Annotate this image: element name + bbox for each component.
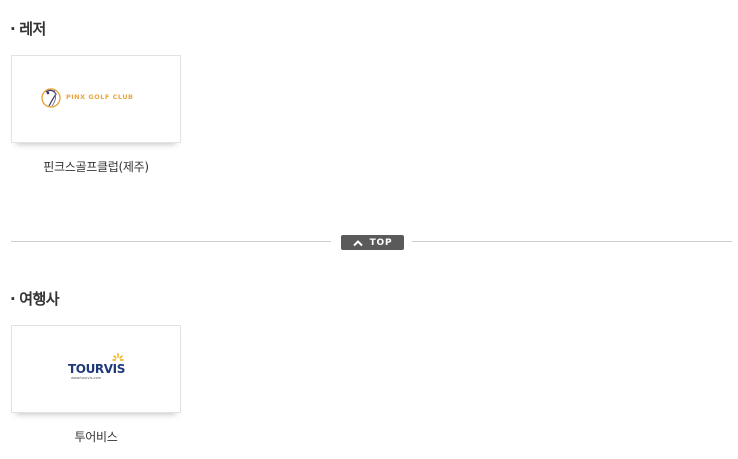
pinx-golf-club-logo: PINX GOLF CLUB [40,84,156,112]
golf-swing-icon [41,88,61,108]
tourvis-logo-subtext: www.tourvis.com [71,376,102,380]
pinx-logo-text: PINX GOLF CLUB [66,93,134,101]
divider-left [11,241,331,242]
partner-card-pinx[interactable]: PINX GOLF CLUB [11,55,181,143]
partner-card-tourvis[interactable]: TOURVIS www.tourvis.com [11,325,181,413]
section-title-travel-agency: · 여행사 [10,290,60,308]
section-title-leisure: · 레저 [10,20,46,38]
partner-name-tourvis[interactable]: 투어비스 [11,428,181,445]
chevron-up-icon [352,239,363,246]
tourvis-logo: TOURVIS www.tourvis.com [68,353,126,381]
top-button[interactable]: TOP [341,235,404,250]
partner-name-pinx[interactable]: 핀크스골프클럽(제주) [11,158,181,175]
sun-icon [112,353,124,361]
divider-right [412,241,732,242]
